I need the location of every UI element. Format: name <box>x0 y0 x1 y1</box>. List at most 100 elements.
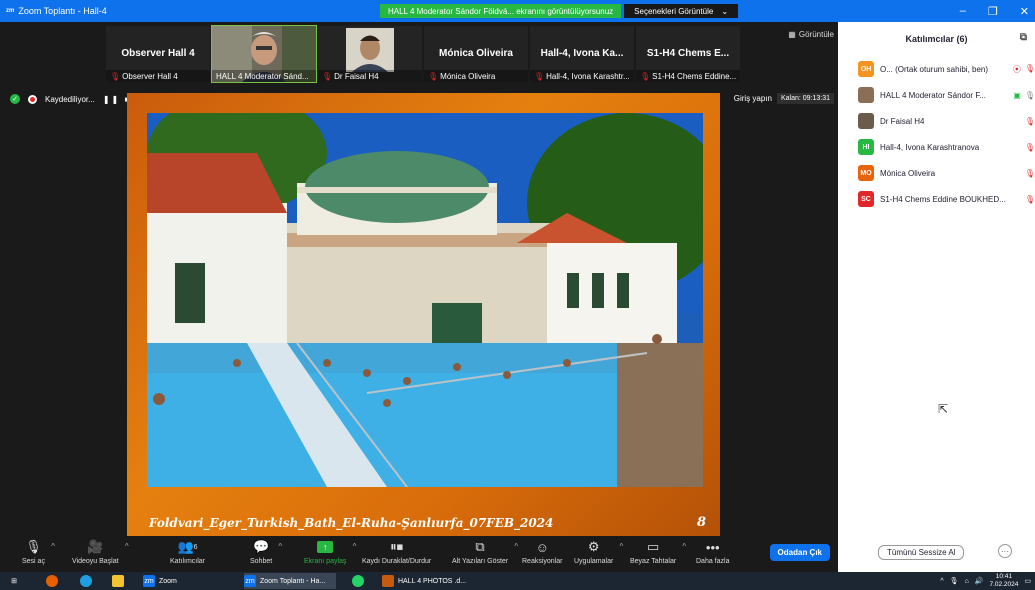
chevron-up-icon[interactable]: ^ <box>278 542 282 551</box>
thumbnail-chems[interactable]: S1-H4 Chems E... 🎙 S1-H4 Chems Eddine... <box>636 26 740 82</box>
minimize-icon[interactable]: – <box>960 5 966 17</box>
reactions-button[interactable]: ☺ Reaksiyonlar <box>522 538 562 566</box>
firefox-taskbar-button[interactable] <box>46 573 58 589</box>
edge-taskbar-button[interactable] <box>80 573 92 589</box>
participants-panel-header: Katılımcılar (6) ⧉ <box>838 22 1035 56</box>
participant-name: Mónica Oliveira <box>880 168 936 178</box>
network-icon[interactable]: ⌂ <box>965 578 969 585</box>
strip-view-label: Görüntüle <box>798 30 834 39</box>
recording-dot-icon <box>28 94 37 104</box>
avatar: MO <box>858 165 874 181</box>
more-button[interactable]: ••• Daha fazla <box>696 538 730 566</box>
participant-row[interactable]: OH O... (Ortak oturum sahibi, ben) ⦿ 🎙 <box>838 56 1035 82</box>
thumbnail-name: Observer Hall 4 <box>121 48 195 59</box>
chevron-up-icon[interactable]: ^ <box>620 542 624 551</box>
zoom-logo-icon: zm <box>6 8 15 14</box>
thumbnail-label: 🎙 Observer Hall 4 <box>106 70 210 82</box>
chevron-up-icon[interactable]: ^ <box>940 578 943 585</box>
pause-stop-icon: ⏸⏹ <box>390 539 404 554</box>
turkish-bath-photo <box>147 113 703 487</box>
share-screen-button[interactable]: ↑ Ekranı paylaş ^ <box>304 538 356 565</box>
mic-muted-icon: 🎙 <box>534 71 545 81</box>
shield-icon[interactable]: ✓ <box>10 94 20 104</box>
windows-icon: ⊞ <box>11 578 17 585</box>
leave-button[interactable]: Odadan Çık <box>769 544 830 561</box>
view-options-button[interactable]: Seçenekleri Görüntüle ⌄ <box>624 4 739 18</box>
shared-screen-stage: ✓ Kaydediliyor... ❚❚ ■ Giriş yapın Kalan… <box>0 88 838 540</box>
thumbnail-ivona[interactable]: Hall-4, Ivona Ka... 🎙 Hall-4, Ivona Karas… <box>530 26 634 82</box>
mic-icon: 🎙 <box>1024 90 1035 100</box>
thumbnail-label-text: Mónica Oliveira <box>440 71 496 81</box>
thumbnail-observer[interactable]: Observer Hall 4 🎙 Observer Hall 4 <box>106 26 210 82</box>
more-options-icon[interactable]: ··· <box>998 544 1012 558</box>
captions-button[interactable]: ⧉ Alt Yazıları Göster ^ <box>452 538 518 565</box>
avatar: OH <box>858 61 874 77</box>
participant-row[interactable]: Dr Faisal H4 🎙 <box>838 108 1035 134</box>
notification-icon[interactable]: ▭ <box>1024 577 1031 585</box>
zoom-meeting-taskbar-label: Zoom Toplantı - Ha... <box>260 577 326 585</box>
mic-muted-icon: 🎙 <box>110 71 121 81</box>
thumbnail-label: 🎙 Mónica Oliveira <box>424 70 528 82</box>
whiteboard-icon: ▭ <box>646 539 660 554</box>
start-video-button[interactable]: 🎥 Videoyu Başlat ^ <box>72 538 129 565</box>
zoom-icon: zm <box>143 575 155 587</box>
mic-icon[interactable]: 🎙 <box>950 577 959 585</box>
recording-label: Kaydediliyor... <box>45 94 95 104</box>
chat-button[interactable]: 💬 Sohbet ^ <box>250 538 282 565</box>
window-title-area: zm Zoom Toplantı - Hall-4 <box>0 6 380 16</box>
share-banner-text: HALL 4 Moderator Sándor Földvá... ekranı… <box>388 6 614 16</box>
folder-icon <box>112 575 124 587</box>
photos-taskbar-button[interactable]: HALL 4 PHOTOS .d... <box>382 573 482 589</box>
participant-row[interactable]: HALL 4 Moderator Sándor F... ▣ 🎙 <box>838 82 1035 108</box>
maximize-icon[interactable]: ❐ <box>988 5 998 18</box>
more-label: Daha fazla <box>696 558 730 565</box>
participant-status-icons: 🎙 <box>1025 117 1035 126</box>
login-button[interactable]: Giriş yapın <box>734 94 772 103</box>
mic-off-icon: 🎙 <box>25 539 42 554</box>
participant-row[interactable]: HI Hall-4, Ivona Karashtranova 🎙 <box>838 134 1035 160</box>
thumbnail-moderator[interactable]: HALL 4 Moderator Sánd... <box>211 25 317 83</box>
chevron-up-icon[interactable]: ^ <box>353 542 357 551</box>
chat-label: Sohbet <box>250 558 273 565</box>
thumbnail-name: S1-H4 Chems E... <box>646 48 730 59</box>
strip-view-button[interactable]: ▦ Görüntüle <box>788 30 834 39</box>
mic-muted-icon: 🎙 <box>1024 63 1035 73</box>
zoom-meeting-taskbar-button[interactable]: zm Zoom Toplantı - Ha... <box>244 573 336 589</box>
thumbnail-monica[interactable]: Mónica Oliveira 🎙 Mónica Oliveira <box>424 26 528 82</box>
participants-button[interactable]: 👥 6 Katılımcılar <box>170 538 205 565</box>
zoom-taskbar-button[interactable]: zm Zoom <box>143 573 223 589</box>
participant-row[interactable]: SC S1-H4 Chems Eddine BOUKHED... 🎙 <box>838 186 1035 212</box>
thumbnail-faisal[interactable]: 🎙 Dr Faisal H4 <box>318 26 422 82</box>
photos-taskbar-label: HALL 4 PHOTOS .d... <box>398 577 467 585</box>
mute-all-button[interactable]: Tümünü Sessize Al <box>878 545 965 560</box>
chevron-up-icon[interactable]: ^ <box>682 542 686 551</box>
chevron-up-icon[interactable]: ^ <box>51 542 55 551</box>
mic-muted-icon: 🎙 <box>1024 194 1035 204</box>
explorer-taskbar-button[interactable] <box>112 573 124 589</box>
clock[interactable]: 10:41 7.02.2024 <box>989 573 1018 589</box>
chevron-up-icon[interactable]: ^ <box>514 542 518 551</box>
thumbnail-label-text: Hall-4, Ivona Karashtr... <box>546 71 630 81</box>
unmute-button[interactable]: 🎙 Sesi aç ^ <box>22 538 55 565</box>
captions-label: Alt Yazıları Göster <box>452 558 509 565</box>
mic-muted-icon: 🎙 <box>1024 116 1035 126</box>
close-icon[interactable]: ✕ <box>1020 5 1029 18</box>
chevron-down-icon: ⌄ <box>721 6 729 16</box>
mic-muted-icon: 🎙 <box>1024 168 1035 178</box>
whatsapp-taskbar-button[interactable] <box>352 573 364 589</box>
chevron-up-icon[interactable]: ^ <box>125 542 129 551</box>
thumbnail-name: Mónica Oliveira <box>439 48 513 59</box>
volume-icon[interactable]: 🔊 <box>975 577 984 585</box>
pause-stop-recording-button[interactable]: ⏸⏹ Kaydı Duraklat/Durdur <box>362 538 431 565</box>
popout-icon[interactable]: ⧉ <box>1020 32 1027 43</box>
zoom-window: zm Zoom Toplantı - Hall-4 HALL 4 Moderat… <box>0 0 1035 590</box>
start-button[interactable]: ⊞ <box>8 573 20 589</box>
thumbnail-label-text: S1-H4 Chems Eddine... <box>652 71 737 81</box>
participant-row[interactable]: MO Mónica Oliveira 🎙 <box>838 160 1035 186</box>
chat-icon: 💬 <box>253 539 270 554</box>
whiteboards-button[interactable]: ▭ Beyaz Tahtalar ^ <box>630 538 686 565</box>
apps-button[interactable]: ⚙ Uygulamalar ^ <box>574 538 623 565</box>
avatar: SC <box>858 191 874 207</box>
window-title: Zoom Toplantı - Hall-4 <box>18 6 107 16</box>
video-thumbnail-strip: Observer Hall 4 🎙 Observer Hall 4 HALL 4 … <box>0 22 838 88</box>
